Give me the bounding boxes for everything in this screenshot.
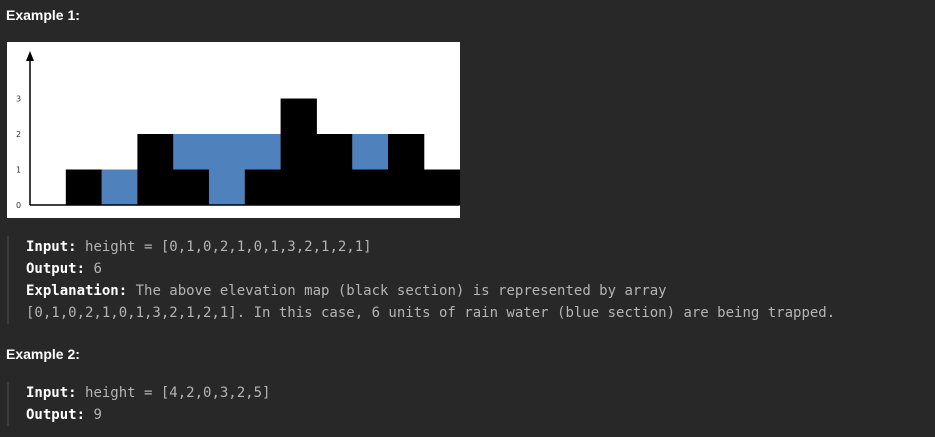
output-value: 9 bbox=[93, 407, 102, 423]
elevation-bar bbox=[65, 169, 103, 205]
input-value: height = [0,1,0,2,1,0,1,3,2,1,2,1] bbox=[85, 239, 372, 255]
example-1-heading: Example 1: bbox=[6, 7, 80, 23]
elevation-map-figure: 0 1 2 3 bbox=[7, 42, 460, 218]
explanation-line-2: [0,1,0,2,1,0,1,3,2,1,2,1]. In this case,… bbox=[26, 302, 931, 324]
output-value: 6 bbox=[93, 261, 102, 277]
elevation-bar bbox=[316, 134, 353, 205]
explanation-text: The above elevation map (black section) … bbox=[135, 283, 667, 299]
elevation-bar bbox=[173, 169, 210, 205]
water-bar bbox=[209, 134, 246, 205]
elevation-map-chart: 0 1 2 3 bbox=[16, 51, 460, 210]
elevation-bar bbox=[388, 134, 425, 205]
explanation-text-2: [0,1,0,2,1,0,1,3,2,1,2,1]. In this case,… bbox=[26, 305, 836, 321]
elevation-bar bbox=[352, 169, 389, 205]
input-line: Input: height = [0,1,0,2,1,0,1,3,2,1,2,1… bbox=[26, 236, 931, 258]
y-axis-arrow bbox=[26, 51, 34, 61]
y-tick-label: 1 bbox=[16, 166, 21, 175]
elevation-bar bbox=[423, 169, 460, 205]
example-2-heading: Example 2: bbox=[6, 346, 80, 362]
input-value: height = [4,2,0,3,2,5] bbox=[85, 385, 271, 401]
input-label: Input: bbox=[26, 239, 77, 255]
elevation-bar bbox=[280, 98, 317, 205]
water-bar bbox=[173, 134, 210, 170]
output-line: Output: 9 bbox=[26, 404, 270, 426]
example-2-block: Input: height = [4,2,0,3,2,5] Output: 9 bbox=[7, 382, 270, 426]
elevation-bar bbox=[244, 169, 282, 205]
output-line: Output: 6 bbox=[26, 258, 931, 280]
explanation-line: Explanation: The above elevation map (bl… bbox=[26, 280, 931, 302]
water-bar bbox=[101, 169, 138, 205]
y-tick-label: 3 bbox=[16, 95, 21, 104]
y-tick-label: 2 bbox=[16, 130, 21, 139]
output-label: Output: bbox=[26, 407, 86, 423]
input-label: Input: bbox=[26, 385, 77, 401]
water-bar bbox=[352, 134, 389, 170]
explanation-label: Explanation: bbox=[26, 283, 128, 299]
input-line: Input: height = [4,2,0,3,2,5] bbox=[26, 382, 270, 404]
water-bar bbox=[244, 134, 282, 170]
output-label: Output: bbox=[26, 261, 86, 277]
elevation-bar bbox=[137, 134, 174, 205]
y-tick-label: 0 bbox=[16, 201, 21, 210]
example-1-block: Input: height = [0,1,0,2,1,0,1,3,2,1,2,1… bbox=[7, 236, 931, 324]
